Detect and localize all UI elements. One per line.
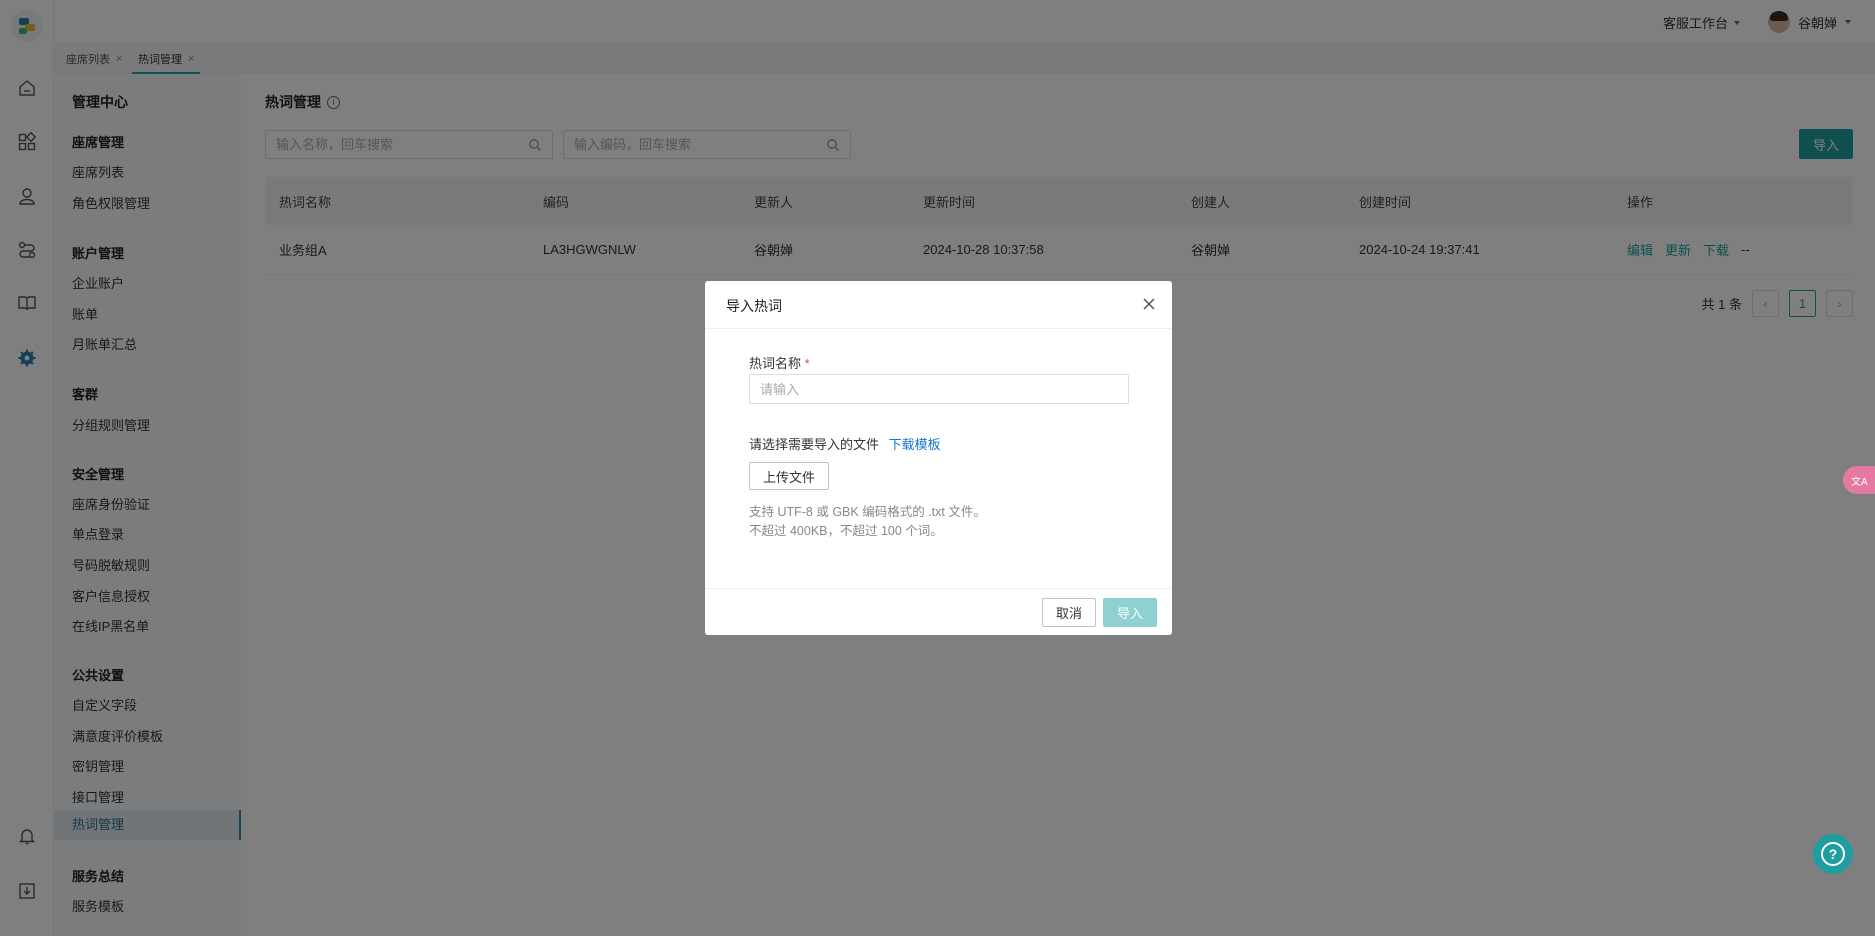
translate-float-button[interactable]: 文A <box>1843 466 1875 494</box>
hotword-name-input[interactable] <box>749 374 1129 404</box>
file-select-label: 请选择需要导入的文件 下载模板 <box>749 434 941 453</box>
dialog-footer: 取消 导入 <box>705 588 1172 635</box>
help-icon: ? <box>1821 842 1845 866</box>
hint-size: 不超过 400KB，不超过 100 个词。 <box>749 524 943 538</box>
translate-icon: 文A <box>1851 476 1868 488</box>
download-template-link[interactable]: 下载模板 <box>889 437 941 452</box>
hotword-name-label: 热词名称 * <box>749 353 810 372</box>
hint-format: 支持 UTF-8 或 GBK 编码格式的 .txt 文件。 <box>749 505 986 519</box>
confirm-import-button[interactable]: 导入 <box>1103 598 1157 627</box>
dialog-header: 导入热词 <box>705 281 1172 329</box>
help-float-button[interactable]: ? <box>1813 834 1853 874</box>
upload-file-button[interactable]: 上传文件 <box>749 462 829 490</box>
close-icon[interactable] <box>1140 295 1158 313</box>
import-hotword-dialog: 导入热词 热词名称 * 请选择需要导入的文件 下载模板 上传文件 支持 UTF-… <box>705 281 1172 635</box>
label-text: 热词名称 <box>749 356 802 371</box>
required-mark: * <box>804 356 810 371</box>
cancel-button[interactable]: 取消 <box>1042 598 1096 627</box>
label-text: 请选择需要导入的文件 <box>749 437 880 452</box>
dialog-title: 导入热词 <box>726 298 782 314</box>
